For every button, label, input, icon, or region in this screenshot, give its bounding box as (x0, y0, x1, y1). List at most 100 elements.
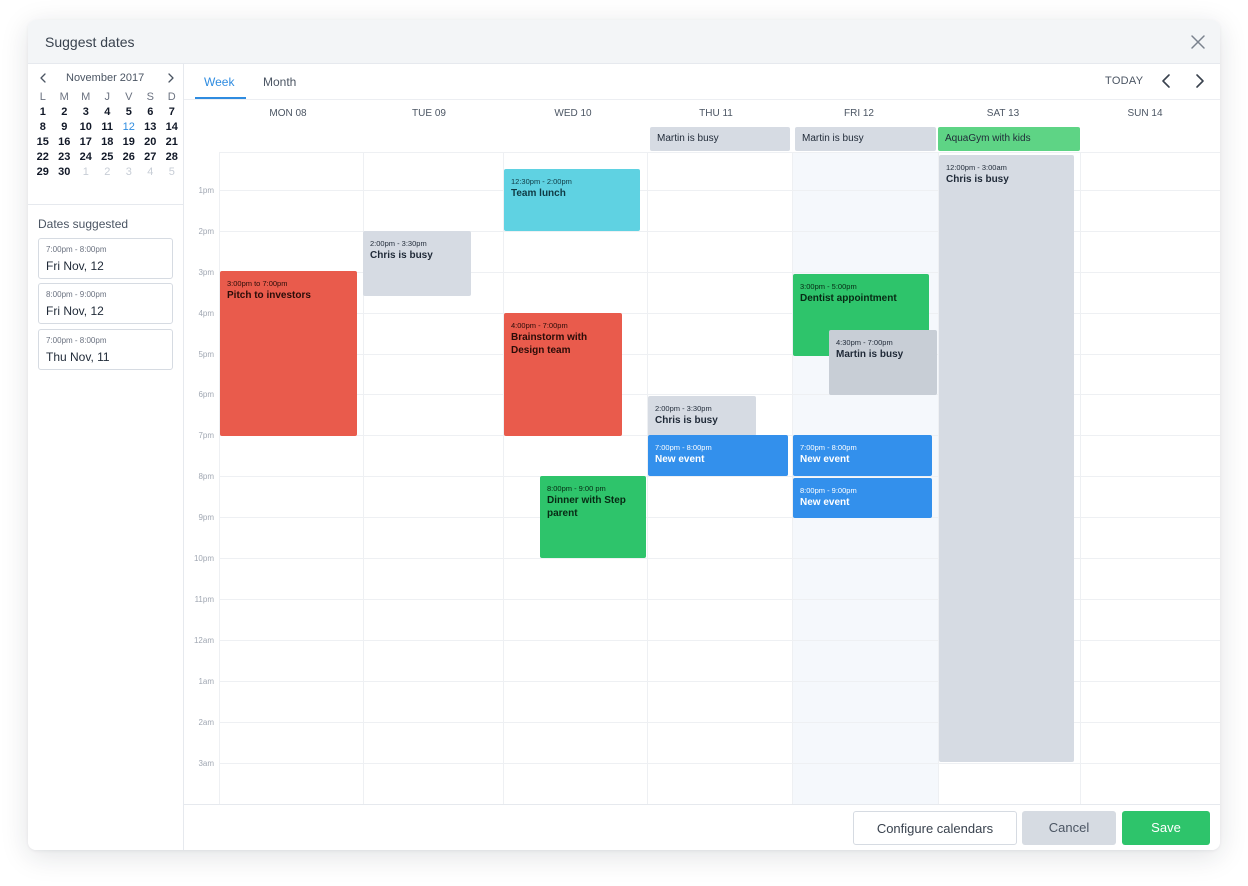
suggested-date-card[interactable]: 8:00pm - 9:00pm Fri Nov, 12 (38, 283, 173, 324)
suggested-date-time: 8:00pm - 9:00pm (46, 290, 107, 299)
mini-day[interactable]: 26 (118, 150, 140, 165)
day-header: SUN 14 (1127, 108, 1163, 119)
event-block[interactable]: 4:00pm - 7:00pm Brainstorm with Design t… (504, 313, 622, 436)
mini-day[interactable]: 22 (32, 150, 54, 165)
configure-calendars-button[interactable]: Configure calendars (853, 811, 1017, 845)
mini-day[interactable]: 28 (161, 150, 183, 165)
event-time: 2:00pm - 3:30pm (370, 239, 427, 248)
tab-month[interactable]: Month (263, 75, 296, 89)
event-block[interactable]: 7:00pm - 8:00pm New event (648, 435, 788, 476)
suggested-date-day: Fri Nov, 12 (46, 259, 104, 273)
suggested-date-card[interactable]: 7:00pm - 8:00pm Fri Nov, 12 (38, 238, 173, 279)
mini-day-next-month[interactable]: 3 (118, 165, 140, 180)
day-header: SAT 13 (986, 108, 1020, 119)
today-button[interactable]: TODAY (1105, 75, 1143, 87)
allday-event[interactable]: AquaGym with kids (938, 127, 1080, 151)
mini-week-row: 1 2 3 4 5 6 7 (32, 105, 188, 120)
mini-day[interactable]: 1 (32, 105, 54, 120)
cancel-button[interactable]: Cancel (1022, 811, 1116, 845)
mini-day-next-month[interactable]: 2 (97, 165, 119, 180)
event-title: Dentist appointment (800, 293, 897, 304)
mini-day[interactable]: 21 (161, 135, 183, 150)
day-header: THU 11 (699, 108, 733, 119)
mini-day-current[interactable]: 12 (118, 120, 140, 135)
hour-label: 2am (198, 718, 214, 727)
event-block[interactable]: 8:00pm - 9:00 pm Dinner with Step parent (540, 476, 646, 558)
tab-week[interactable]: Week (204, 75, 234, 89)
hour-label: 10pm (193, 554, 214, 563)
event-block[interactable]: 12:30pm - 2:00pm Team lunch (504, 169, 640, 231)
active-tab-indicator (195, 97, 246, 99)
event-block[interactable]: 12:00pm - 3:00am Chris is busy (939, 155, 1074, 762)
allday-event[interactable]: Martin is busy (650, 127, 790, 151)
event-time: 3:00pm to 7:00pm (227, 279, 288, 288)
event-title: Chris is busy (370, 250, 433, 261)
mini-day-next-month[interactable]: 5 (161, 165, 183, 180)
weekday-label: S (146, 91, 154, 103)
event-title: Dinner with Step parent (547, 495, 626, 519)
event-title: Chris is busy (946, 174, 1009, 185)
mini-day[interactable]: 16 (54, 135, 76, 150)
hour-label: 5pm (198, 350, 214, 359)
mini-day[interactable]: 18 (97, 135, 119, 150)
suggested-date-time: 7:00pm - 8:00pm (46, 336, 107, 345)
chevron-right-icon[interactable] (1190, 72, 1208, 90)
event-time: 8:00pm - 9:00 pm (547, 484, 606, 493)
mini-day[interactable]: 27 (140, 150, 162, 165)
mini-day[interactable]: 3 (75, 105, 97, 120)
mini-day[interactable]: 29 (32, 165, 54, 180)
day-divider (219, 152, 220, 824)
weekday-label: L (39, 91, 46, 103)
mini-day[interactable]: 24 (75, 150, 97, 165)
save-button[interactable]: Save (1122, 811, 1210, 845)
hour-label: 9pm (198, 513, 214, 522)
hour-label: 1pm (198, 186, 214, 195)
event-title: New event (655, 454, 705, 465)
event-block[interactable]: 7:00pm - 8:00pm New event (793, 435, 932, 476)
mini-day[interactable]: 13 (140, 120, 162, 135)
hour-label: 1am (198, 677, 214, 686)
event-block[interactable]: 2:00pm - 3:30pm Chris is busy (648, 396, 756, 436)
mini-day[interactable]: 4 (97, 105, 119, 120)
mini-day[interactable]: 11 (97, 120, 119, 135)
mini-day-next-month[interactable]: 4 (140, 165, 162, 180)
day-divider (647, 152, 648, 824)
mini-day-next-month[interactable]: 1 (75, 165, 97, 180)
mini-day[interactable]: 30 (54, 165, 76, 180)
mini-day[interactable]: 23 (54, 150, 76, 165)
mini-day[interactable]: 17 (75, 135, 97, 150)
hour-label: 11pm (194, 595, 214, 604)
event-block[interactable]: 3:00pm to 7:00pm Pitch to investors (220, 271, 357, 436)
mini-day[interactable]: 8 (32, 120, 54, 135)
hour-label: 4pm (198, 309, 214, 318)
mini-day[interactable]: 10 (75, 120, 97, 135)
chevron-left-icon[interactable] (1158, 72, 1176, 90)
mini-day[interactable]: 5 (118, 105, 140, 120)
mini-day[interactable]: 6 (140, 105, 162, 120)
mini-day[interactable]: 15 (32, 135, 54, 150)
close-icon[interactable] (1186, 30, 1210, 54)
sidebar-divider (28, 204, 184, 205)
mini-day[interactable]: 20 (140, 135, 162, 150)
suggest-dates-modal: Suggest dates November 2017 L M M J V S … (28, 20, 1220, 850)
mini-day[interactable]: 7 (161, 105, 183, 120)
event-time: 2:00pm - 3:30pm (655, 404, 712, 413)
hour-line (219, 152, 1220, 153)
chevron-right-icon[interactable] (164, 71, 178, 85)
mini-day[interactable]: 2 (54, 105, 76, 120)
allday-event[interactable]: Martin is busy (795, 127, 936, 151)
mini-day[interactable]: 19 (118, 135, 140, 150)
event-block[interactable]: 2:00pm - 3:30pm Chris is busy (363, 231, 471, 296)
suggested-date-card[interactable]: 7:00pm - 8:00pm Thu Nov, 11 (38, 329, 173, 370)
mini-day[interactable]: 14 (161, 120, 183, 135)
mini-calendar-month: November 2017 (66, 72, 145, 84)
chevron-left-icon[interactable] (36, 71, 50, 85)
event-block[interactable]: 8:00pm - 9:00pm New event (793, 478, 932, 518)
mini-day[interactable]: 25 (97, 150, 119, 165)
mini-calendar-nav: November 2017 (28, 71, 184, 87)
weekday-label: M (59, 91, 69, 103)
dates-suggested-title: Dates suggested (38, 217, 129, 231)
event-block[interactable]: 4:30pm - 7:00pm Martin is busy (829, 330, 937, 395)
mini-week-row: 29 30 1 2 3 4 5 (32, 165, 188, 180)
mini-day[interactable]: 9 (54, 120, 76, 135)
